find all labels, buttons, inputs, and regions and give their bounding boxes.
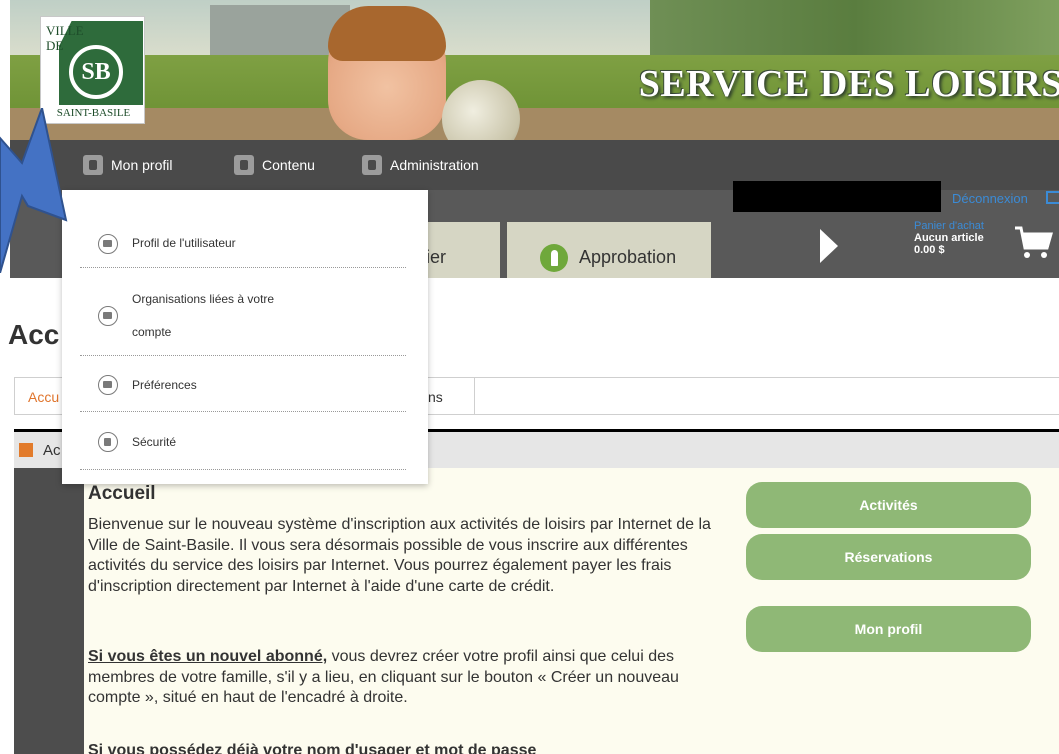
logo-seal: SB [69,45,123,99]
banner-child-hair [328,6,446,61]
existing-user-paragraph: Si vous possédez déjà votre nom d'usager… [88,742,537,754]
logout-icon[interactable] [1046,191,1059,204]
approbation-icon [540,244,568,272]
user-icon [83,155,103,175]
admin-icon [362,155,382,175]
banner-trees [650,0,1059,60]
nav-administration[interactable]: Administration [362,154,479,176]
menu-item-label: Préférences [132,378,197,392]
profile-dropdown-menu: Profil de l'utilisateur Organisations li… [62,190,428,484]
logout-link[interactable]: Déconnexion [952,191,1028,206]
lock-icon [98,432,118,452]
panel-header-label: Ac [43,442,61,459]
menu-item-label-line2: compte [132,325,172,339]
organisations-icon [98,306,118,326]
menu-item-label-line1: Organisations liées à votre [132,292,275,306]
activites-button[interactable]: Activités [746,482,1031,528]
menu-item-label: Profil de l'utilisateur [132,236,236,250]
nav-contenu-label: Contenu [262,157,315,173]
cart-title: Panier d'achat [914,220,984,232]
logo-ville-text: VILLE DE [46,23,84,53]
nav-administration-label: Administration [390,157,479,173]
reservations-button[interactable]: Réservations [746,534,1031,580]
cart-items: Aucun article [914,232,984,244]
menu-item-securite[interactable]: Sécurité [80,412,406,470]
user-name-redacted [733,181,941,212]
new-subscriber-paragraph: Si vous êtes un nouvel abonné, vous devr… [88,647,728,709]
page-title: Acc [8,319,60,350]
panel-header-icon [19,443,33,457]
site-title: SERVICE DES LOISIRS [638,63,1059,105]
cart-summary[interactable]: Panier d'achat Aucun article 0.00 $ [914,220,984,256]
logo-ville: VILLE [46,23,84,38]
content-icon [234,155,254,175]
menu-item-preferences[interactable]: Préférences [80,356,406,412]
menu-item-profil-utilisateur[interactable]: Profil de l'utilisateur [80,190,406,268]
logo-de: DE [46,38,64,53]
profile-icon [98,234,118,254]
nav-mon-profil-label: Mon profil [111,157,173,173]
play-arrow-icon[interactable] [820,229,838,263]
panel-left-bar [14,468,84,754]
shopping-cart-icon[interactable] [1013,222,1053,262]
new-subscriber-emphasis: Si vous êtes un nouvel abonné, [88,648,328,665]
content-title: Accueil [88,483,156,504]
mon-profil-button[interactable]: Mon profil [746,606,1031,652]
preferences-icon [98,375,118,395]
header-banner: SERVICE DES LOISIRS [10,0,1059,140]
annotation-arrow [0,108,68,273]
tab-approbation-label: Approbation [579,247,677,267]
nav-contenu[interactable]: Contenu [234,154,315,176]
menu-item-label: Sécurité [132,435,177,449]
cart-total: 0.00 $ [914,244,945,256]
banner-sand [10,108,1059,140]
welcome-paragraph: Bienvenue sur le nouveau système d'inscr… [88,516,711,595]
menu-item-organisations[interactable]: Organisations liées à votre compte [80,268,406,356]
tab-approbation[interactable]: Approbation [507,222,711,278]
nav-mon-profil[interactable]: Mon profil [83,154,172,176]
